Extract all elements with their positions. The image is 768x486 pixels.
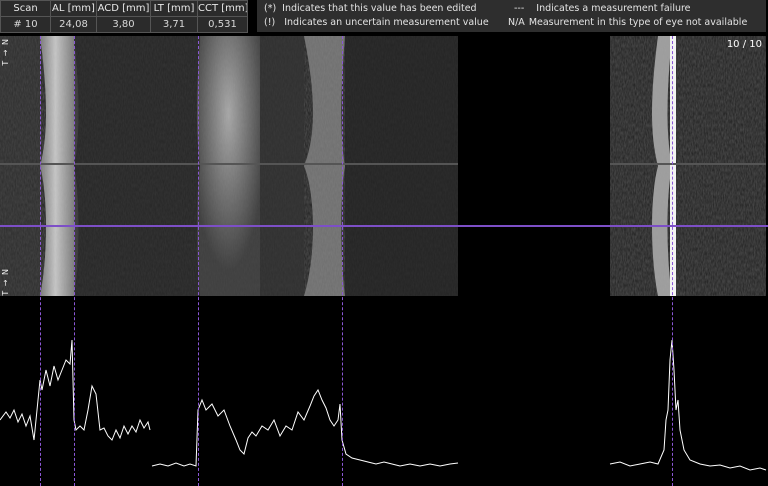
oct-scan-panel-anterior: T → N T → N <box>0 36 458 296</box>
cell-cct: 0,531 <box>197 16 248 33</box>
legend-failure-symbol: --- <box>514 3 525 14</box>
legend-na-symbol: N/A <box>508 17 525 28</box>
table-row: # 10 24,08 3,80 3,71 0,531 <box>0 16 248 33</box>
legend-edited-symbol: (*) <box>264 3 277 14</box>
orientation-label-bottom: T → N <box>1 268 10 296</box>
oct-scan-image-anterior <box>0 36 458 296</box>
signal-trace-segment-1 <box>0 339 151 441</box>
legend-failure: --- Indicates a measurement failure <box>514 3 691 14</box>
legend-failure-text: Indicates a measurement failure <box>536 3 691 14</box>
marker-cornea-anterior[interactable] <box>40 36 41 486</box>
header-scan: Scan <box>0 0 51 17</box>
orientation-label-top: T → N <box>1 38 10 66</box>
legend-na: N/A Measurement in this type of eye not a… <box>508 17 747 28</box>
marker-lens-posterior[interactable] <box>342 36 343 486</box>
cell-scan: # 10 <box>0 16 51 33</box>
signal-trace-segment-3 <box>609 339 767 471</box>
marker-lens-anterior[interactable] <box>198 36 199 486</box>
legend-edited-text: Indicates that this value has been edite… <box>282 3 477 14</box>
legend-uncertain-symbol: (!) <box>264 17 276 28</box>
legend-edited: (*) Indicates that this value has been ed… <box>264 3 477 14</box>
marker-cornea-posterior[interactable] <box>74 36 75 486</box>
legend-uncertain-text: Indicates an uncertain measurement value <box>284 17 489 28</box>
a-scan-signal-graph <box>0 339 767 471</box>
oct-scan-panel-retina: 10 / 10 <box>610 36 766 296</box>
legend-na-text: Measurement in this type of eye not avai… <box>528 17 748 28</box>
cell-lt: 3,71 <box>150 16 198 33</box>
header-al: AL [mm] <box>50 0 97 17</box>
marker-retina[interactable] <box>672 36 673 486</box>
cell-al: 24,08 <box>50 16 97 33</box>
oct-scan-image-retina <box>610 36 766 296</box>
header-lt: LT [mm] <box>150 0 198 17</box>
header-acd: ACD [mm] <box>96 0 151 17</box>
legend-box: (*) Indicates that this value has been ed… <box>257 0 766 32</box>
legend-uncertain: (!) Indicates an uncertain measurement va… <box>264 17 489 28</box>
cell-acd: 3,80 <box>96 16 151 33</box>
scan-position-line[interactable] <box>0 225 768 227</box>
measurement-table: Scan AL [mm] ACD [mm] LT [mm] CCT [mm] #… <box>0 0 248 33</box>
scan-counter: 10 / 10 <box>726 39 762 50</box>
table-header-row: Scan AL [mm] ACD [mm] LT [mm] CCT [mm] <box>0 0 248 17</box>
header-cct: CCT [mm] <box>197 0 248 17</box>
